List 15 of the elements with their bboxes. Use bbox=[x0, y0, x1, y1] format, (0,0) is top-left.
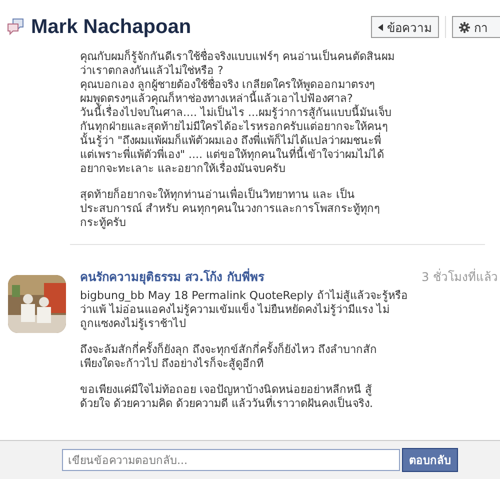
reply-field[interactable]: เขียนข้อความตอบกลับ... bbox=[62, 449, 400, 471]
comment-paragraph: ขอเพียงแค่มีใจไม่ท้อถอย เจอปัญหาบ้างนิดหน่อยอย่าหลีกหนี สู้ ด้วยใจ ด้วยความคิด ด้วยความดี แล้ววันที่เราวาดฝันคงเป็นจริง. bbox=[80, 383, 374, 411]
comment-paragraph: bigbung_bb May 18 Permalink QuoteReply ถ้าไม่สู้แล้วจะรู้หรือ ว่าแพ้ ไม่อ่อนแอคงไม่รู้ความเข้มแข็ง ไม่ยืนหยัดคงไม่รู้ว่ามีแรง ไม่ ถูกแซงคงไม่รู้เราช้าไป bbox=[80, 289, 409, 331]
back-button[interactable]: ข้อความ bbox=[371, 16, 439, 38]
settings-button[interactable]: กา bbox=[452, 16, 500, 38]
page-title: Mark Nachapoan bbox=[31, 16, 192, 38]
gear-icon bbox=[459, 22, 470, 32]
message-paragraph: สุดท้ายก็อยากจะให้ทุกท่านอ่านเพื่อเป็นวิทยาทาน และ เป็น ประสบการณ์ สำหรับ คนทุกๆคนในวงการและการโพสกระทู้ทุกๆ กระทู้ครับ bbox=[80, 188, 381, 230]
comment-paragraph: ถึงจะล้มสักกี่ครั้งก็ยังลุก ถึงจะทุกข์สักกี่ครั้งก็ยังไหว ถึงลำบากสัก เพียงใดจะก้าวไป ถึงอย่างไรก็จะสู้ดูอีกที bbox=[80, 343, 378, 371]
timestamp: 3 ชั่วโมงที่แล้ว bbox=[422, 268, 499, 286]
author-link[interactable]: คนรักความยุติธรรม สว.โก้ง กับพี่พร bbox=[80, 267, 264, 286]
caret-icon bbox=[378, 24, 383, 30]
message-paragraph: คุณกับผมก็รู้จักกันดีเราใช้ชื่อจริงแบบแฟร์ๆ คนอ่านเป็นคนตัดสินผม ว่าเราตกลงกันแล้วไม่ใช่หรือ ? คุณบอกเอง ลูกผู้ชายต้องใช้ชื่อจริง เกลียดใครให้พูดออกมาตรงๆ ผมพูดตรงๆแล้วคุณก็หาช่องทางเหล่านี้แล้วเอาไปฟ้องศาล? วันนี้เรื่องไปจบในศาล.... ไม่เป็นไร ...ผมรู้ว่าการสู้กันแบบนี้มันเจ็บ กันทุกฝ่ายและสุดท้ายไม่มีใครได้อะไรหรอกครับแต่อยากจะให้คนๆ นั้นรู้ว่า "ถึงผมแพ้ผมก็แพ้ตัวผมเอง ถึงพี่แพ้ก็ไม่ได้แปลว่าผมชนะพี่ แต่เพราะพี่แพ้ตัวพี่เอง" .... แต่ขอให้ทุกคนในที่นี้เข้าใจว่าผมไม่ได้ อยากจะทะเลาะ และอยากให้เรื่องมันจบครับ bbox=[80, 50, 396, 176]
reply-button[interactable]: ตอบกลับ bbox=[402, 448, 458, 472]
messages-icon bbox=[7, 18, 25, 36]
